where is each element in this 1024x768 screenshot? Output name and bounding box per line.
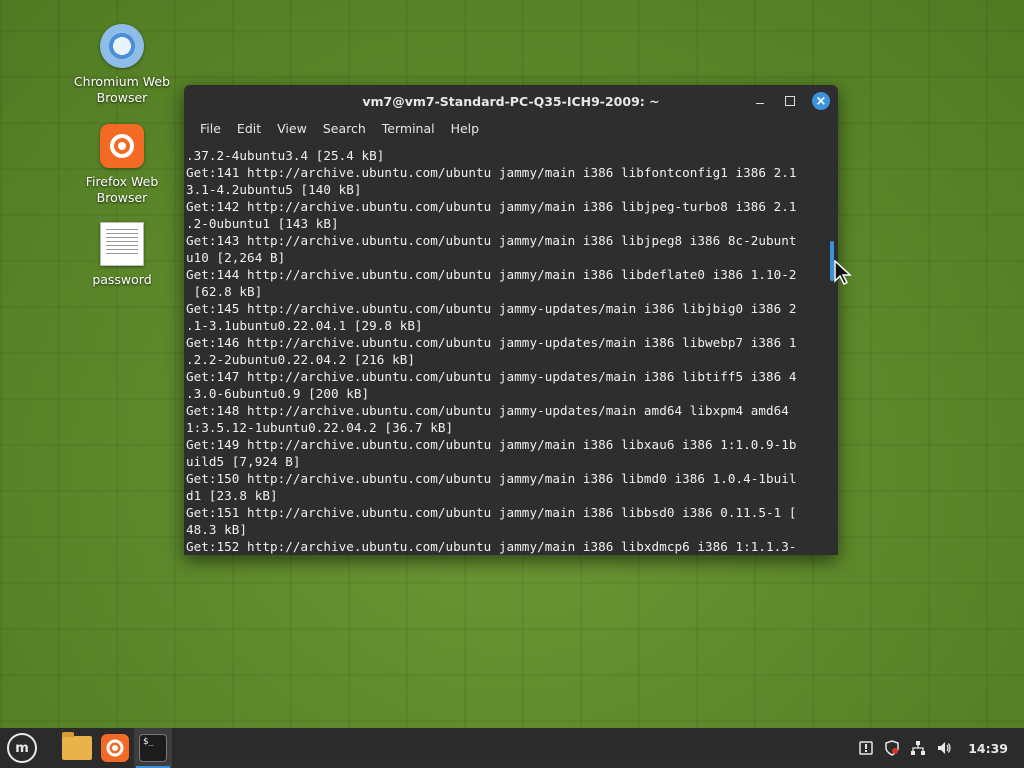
taskbar-terminal[interactable]: $_: [134, 728, 172, 768]
firefox-icon: [100, 124, 144, 168]
terminal-line: .1-3.1ubuntu0.22.04.1 [29.8 kB]: [186, 318, 423, 333]
desktop-icon-firefox[interactable]: Firefox Web Browser: [67, 124, 177, 206]
network-icon[interactable]: [910, 740, 926, 756]
window-titlebar[interactable]: vm7@vm7-Standard-PC-Q35-ICH9-2009: ~ ×: [184, 85, 838, 117]
terminal-line: Get:148 http://archive.ubuntu.com/ubuntu…: [186, 403, 789, 418]
clock[interactable]: 14:39: [968, 741, 1008, 756]
terminal-window[interactable]: vm7@vm7-Standard-PC-Q35-ICH9-2009: ~ × F…: [184, 85, 838, 555]
window-title: vm7@vm7-Standard-PC-Q35-ICH9-2009: ~: [362, 93, 660, 109]
terminal-line: .37.2-4ubuntu3.4 [25.4 kB]: [186, 148, 385, 163]
terminal-line: Get:147 http://archive.ubuntu.com/ubuntu…: [186, 369, 797, 384]
update-manager-icon[interactable]: [858, 740, 874, 756]
menu-terminal[interactable]: Terminal: [374, 121, 443, 136]
terminal-line: Get:141 http://archive.ubuntu.com/ubuntu…: [186, 165, 797, 180]
folder-icon: [62, 732, 92, 760]
terminal-line: 1:3.5.12-1ubuntu0.22.04.2 [36.7 kB]: [186, 420, 454, 435]
taskbar: m $_ 14:39: [0, 728, 1024, 768]
terminal-line: d1 [23.8 kB]: [186, 488, 278, 503]
terminal-line: .2.2-2ubuntu0.22.04.2 [216 kB]: [186, 352, 415, 367]
terminal-line: [62.8 kB]: [186, 284, 263, 299]
taskbar-files[interactable]: [58, 728, 96, 768]
terminal-line: Get:143 http://archive.ubuntu.com/ubuntu…: [186, 233, 797, 248]
terminal-line: .3.0-6ubuntu0.9 [200 kB]: [186, 386, 370, 401]
menu-view[interactable]: View: [269, 121, 315, 136]
menu-search[interactable]: Search: [315, 121, 374, 136]
menu-file[interactable]: File: [192, 121, 229, 136]
terminal-line: Get:151 http://archive.ubuntu.com/ubuntu…: [186, 505, 797, 520]
start-menu-button[interactable]: m: [0, 728, 44, 768]
document-icon: [100, 222, 144, 266]
terminal-line: Get:142 http://archive.ubuntu.com/ubuntu…: [186, 199, 797, 214]
terminal-line: Get:146 http://archive.ubuntu.com/ubuntu…: [186, 335, 797, 350]
terminal-line: Get:144 http://archive.ubuntu.com/ubuntu…: [186, 267, 797, 282]
terminal-line: uild5 [7,924 B]: [186, 454, 301, 469]
terminal-line: .2-0ubuntu1 [143 kB]: [186, 216, 339, 231]
terminal-output[interactable]: .37.2-4ubuntu3.4 [25.4 kB] Get:141 http:/…: [184, 147, 826, 555]
mint-logo-icon: m: [7, 733, 37, 763]
terminal-menubar: File Edit View Search Terminal Help: [184, 117, 838, 139]
menu-edit[interactable]: Edit: [229, 121, 269, 136]
close-button[interactable]: ×: [812, 92, 830, 110]
desktop-icon-label: Chromium Web Browser: [73, 74, 171, 105]
terminal-line: Get:149 http://archive.ubuntu.com/ubuntu…: [186, 437, 797, 452]
mouse-cursor-icon: [834, 260, 852, 286]
taskbar-firefox[interactable]: [96, 728, 134, 768]
chromium-icon: [100, 24, 144, 68]
system-tray: 14:39: [858, 740, 1024, 756]
minimize-button[interactable]: [752, 93, 768, 109]
terminal-line: 48.3 kB]: [186, 522, 248, 537]
desktop-icon-password[interactable]: password: [67, 222, 177, 288]
firefox-icon: [101, 734, 129, 762]
terminal-line: Get:152 http://archive.ubuntu.com/ubuntu…: [186, 539, 797, 554]
terminal-line: 3.1-4.2ubuntu5 [140 kB]: [186, 182, 362, 197]
terminal-line: Get:150 http://archive.ubuntu.com/ubuntu…: [186, 471, 797, 486]
terminal-line: u10 [2,264 B]: [186, 250, 286, 265]
desktop-icon-chromium[interactable]: Chromium Web Browser: [67, 24, 177, 106]
terminal-line: Get:145 http://archive.ubuntu.com/ubuntu…: [186, 301, 797, 316]
desktop-icon-label: password: [92, 272, 152, 287]
menu-help[interactable]: Help: [443, 121, 488, 136]
desktop-icon-label: Firefox Web Browser: [85, 174, 159, 205]
volume-icon[interactable]: [936, 740, 952, 756]
terminal-icon: $_: [139, 734, 167, 762]
maximize-button[interactable]: [782, 93, 798, 109]
shield-icon[interactable]: [884, 740, 900, 756]
